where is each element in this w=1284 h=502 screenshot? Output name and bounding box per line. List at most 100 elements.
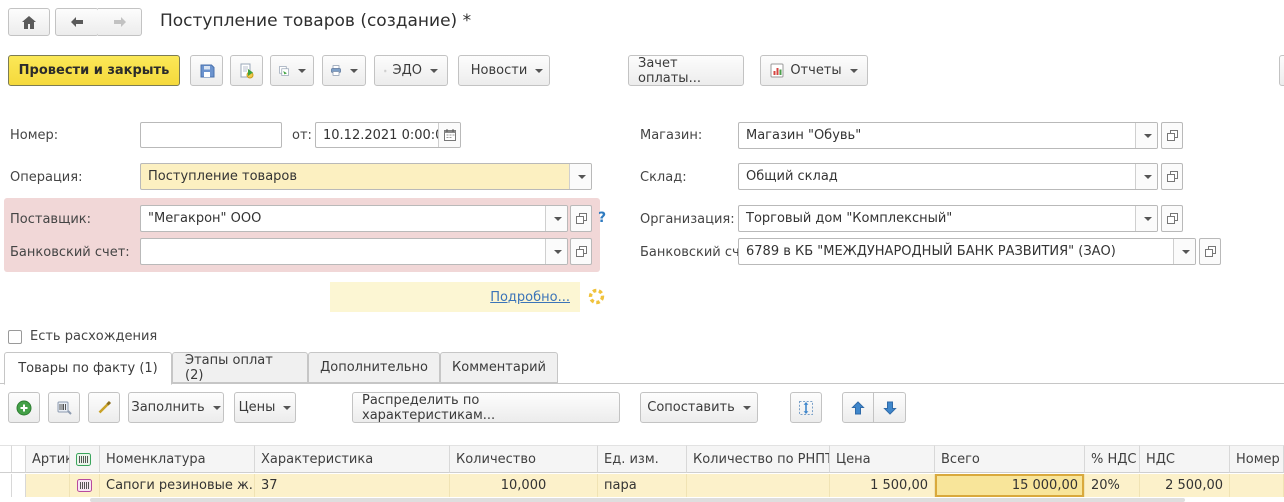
table-cell[interactable] bbox=[1230, 474, 1284, 497]
bank-account-dropdown-button-right[interactable] bbox=[1173, 239, 1195, 264]
edo-icon bbox=[384, 64, 387, 78]
table-cell[interactable] bbox=[687, 474, 830, 497]
print-button[interactable] bbox=[322, 55, 366, 86]
news-button[interactable]: Новости bbox=[458, 55, 550, 86]
forward-button[interactable] bbox=[98, 8, 142, 36]
bank-account-input-left[interactable] bbox=[140, 238, 568, 265]
table-cell[interactable] bbox=[0, 474, 12, 497]
more-actions-button-partial[interactable] bbox=[1279, 55, 1284, 86]
tab-additional[interactable]: Дополнительно bbox=[308, 352, 440, 383]
supplier-open-button[interactable] bbox=[570, 205, 592, 232]
calendar-picker-button[interactable] bbox=[438, 123, 460, 147]
warehouse-dropdown-button[interactable] bbox=[1135, 164, 1157, 189]
column-header[interactable] bbox=[70, 445, 100, 473]
post-and-close-button[interactable]: Провести и закрыть bbox=[8, 55, 180, 86]
home-button[interactable] bbox=[8, 8, 50, 36]
post-button[interactable] bbox=[230, 55, 263, 86]
move-row-up-button[interactable] bbox=[842, 392, 874, 423]
supplier-input[interactable]: "Мегакрон" ООО bbox=[140, 205, 568, 232]
home-icon bbox=[22, 16, 36, 29]
column-header[interactable]: Артик... bbox=[26, 445, 70, 473]
match-button[interactable]: Сопоставить bbox=[640, 392, 758, 423]
operation-dropdown-button[interactable] bbox=[569, 164, 591, 189]
date-input[interactable]: 10.12.2021 0:00:00 bbox=[315, 122, 461, 148]
table-cell[interactable] bbox=[12, 474, 26, 497]
bank-account-input-right[interactable]: 6789 в КБ "МЕЖДУНАРОДНЫЙ БАНК РАЗВИТИЯ" … bbox=[738, 238, 1196, 265]
operation-select[interactable]: Поступление товаров bbox=[140, 163, 592, 190]
organization-dropdown-button[interactable] bbox=[1135, 206, 1157, 231]
bank-account-dropdown-button[interactable] bbox=[545, 239, 567, 264]
copy-dropdown-caret bbox=[298, 69, 306, 73]
organization-open-button[interactable] bbox=[1161, 205, 1183, 232]
magic-wand-button[interactable] bbox=[88, 392, 120, 423]
bank-account-open-button-left[interactable] bbox=[570, 238, 592, 265]
add-row-button[interactable] bbox=[8, 392, 40, 423]
barcode-scanner-icon bbox=[57, 400, 72, 415]
column-header[interactable]: Ед. изм. bbox=[598, 445, 687, 473]
chevron-down-icon bbox=[1144, 134, 1152, 138]
reports-dropdown-caret bbox=[850, 69, 858, 73]
edo-label: ЭДО bbox=[393, 63, 422, 78]
copy-button[interactable] bbox=[270, 55, 314, 86]
table-cell[interactable]: пара bbox=[598, 474, 687, 497]
marking-icon-purple bbox=[77, 479, 92, 492]
chevron-down-icon bbox=[554, 217, 562, 221]
distribute-by-characteristics-button[interactable]: Распределить по характеристикам... bbox=[352, 392, 620, 423]
column-header[interactable] bbox=[0, 445, 12, 473]
organization-input[interactable]: Торговый дом "Комплексный" bbox=[738, 205, 1158, 232]
news-dropdown-caret bbox=[535, 69, 543, 73]
barcode-scanner-button[interactable] bbox=[48, 392, 80, 423]
news-label: Новости bbox=[471, 63, 528, 78]
column-header[interactable]: Характеристика bbox=[255, 445, 450, 473]
store-input[interactable]: Магазин "Обувь" bbox=[738, 122, 1158, 149]
prices-button[interactable]: Цены bbox=[234, 392, 296, 423]
column-header[interactable]: Количество bbox=[450, 445, 598, 473]
open-in-form-icon bbox=[1167, 130, 1178, 141]
column-header[interactable]: % НДС bbox=[1085, 445, 1140, 473]
tab-comment[interactable]: Комментарий bbox=[440, 352, 558, 383]
column-header[interactable]: Цена bbox=[830, 445, 935, 473]
details-link[interactable]: Подробно... bbox=[490, 290, 570, 305]
edo-button[interactable]: ЭДО bbox=[374, 55, 448, 86]
magic-wand-icon bbox=[97, 400, 112, 415]
table-cell[interactable]: 2 500,00 bbox=[1140, 474, 1230, 497]
warehouse-open-button[interactable] bbox=[1161, 163, 1183, 190]
save-button[interactable] bbox=[190, 55, 223, 86]
horizontal-scrollbar[interactable] bbox=[90, 498, 1185, 502]
marking-icon-green bbox=[76, 453, 91, 466]
table-cell[interactable]: 1 500,00 bbox=[830, 474, 935, 497]
row-height-toggle-button[interactable] bbox=[790, 392, 822, 423]
warehouse-input[interactable]: Общий склад bbox=[738, 163, 1158, 190]
store-dropdown-button[interactable] bbox=[1135, 123, 1157, 148]
supplier-help-link[interactable]: ? bbox=[598, 210, 606, 226]
discrepancies-checkbox[interactable] bbox=[8, 330, 22, 344]
chevron-down-icon bbox=[578, 175, 586, 179]
payment-offset-button[interactable]: Зачет оплаты... bbox=[628, 55, 744, 86]
fill-button[interactable]: Заполнить bbox=[128, 392, 224, 423]
store-open-button[interactable] bbox=[1161, 122, 1183, 149]
table-cell[interactable]: 10,000 bbox=[450, 474, 598, 497]
table-cell[interactable] bbox=[26, 474, 70, 497]
column-header[interactable]: Всего bbox=[935, 445, 1085, 473]
move-row-down-button[interactable] bbox=[874, 392, 906, 423]
column-header[interactable]: Количество по РНПТ bbox=[687, 445, 830, 473]
table-cell[interactable] bbox=[70, 474, 100, 497]
table-cell[interactable]: Сапоги резиновые ж... bbox=[100, 474, 255, 497]
edo-dropdown-caret bbox=[430, 69, 438, 73]
bank-account-open-button-right[interactable] bbox=[1199, 238, 1221, 265]
tab-payment-stages[interactable]: Этапы оплат (2) bbox=[172, 352, 308, 383]
column-header[interactable]: Номенклатура bbox=[100, 445, 255, 473]
table-row[interactable]: Сапоги резиновые ж...3710,000пара 1 500,0… bbox=[0, 474, 1284, 497]
column-header[interactable] bbox=[12, 445, 26, 473]
reports-button[interactable]: Отчеты bbox=[760, 55, 868, 86]
tab-goods-by-fact[interactable]: Товары по факту (1) bbox=[4, 352, 172, 385]
table-cell[interactable]: 15 000,00 bbox=[935, 474, 1085, 497]
table-cell[interactable]: 37 bbox=[255, 474, 450, 497]
back-button[interactable] bbox=[55, 8, 99, 36]
supplier-label: Поставщик: bbox=[10, 212, 91, 227]
number-input[interactable] bbox=[140, 122, 282, 148]
supplier-dropdown-button[interactable] bbox=[545, 206, 567, 231]
column-header[interactable]: НДС bbox=[1140, 445, 1230, 473]
column-header[interactable]: Номер bbox=[1230, 445, 1284, 473]
table-cell[interactable]: 20% bbox=[1085, 474, 1140, 497]
